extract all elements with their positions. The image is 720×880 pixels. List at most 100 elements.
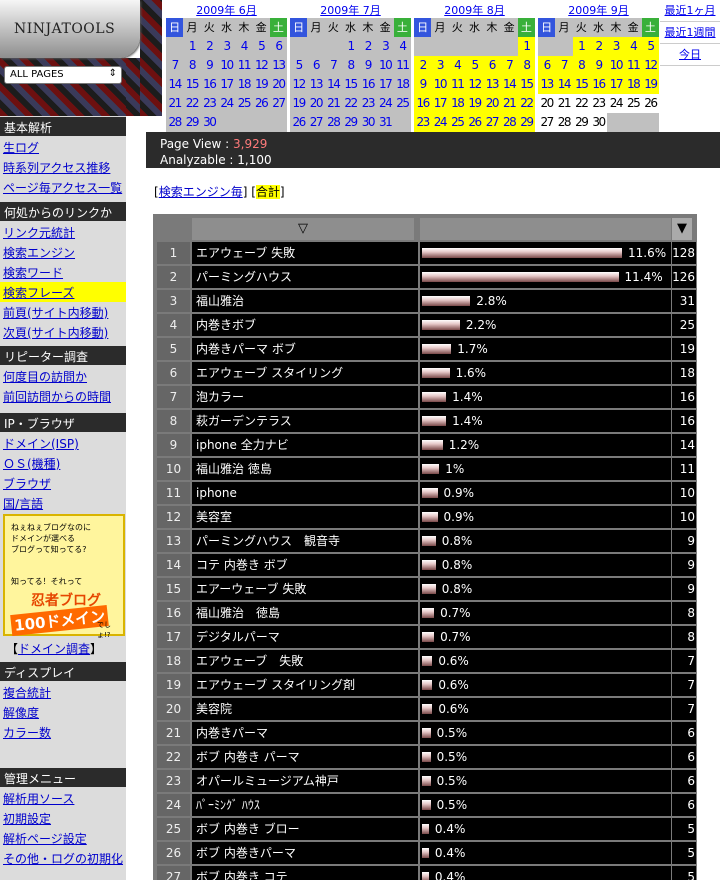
sidebar-item[interactable]: 次頁(サイト内移動) [0, 322, 126, 342]
calendar-day[interactable]: 28 [166, 113, 184, 132]
sort-count-header[interactable]: ▼ [672, 218, 692, 240]
sidebar-item[interactable]: 国/言語 [0, 493, 126, 513]
sidebar-item[interactable]: 何度目の訪問か [0, 366, 126, 386]
calendar-day[interactable]: 30 [359, 113, 377, 132]
calendar-day[interactable]: 25 [448, 113, 466, 132]
calendar-day[interactable]: 7 [166, 56, 184, 75]
page-select-dropdown[interactable]: ALL PAGES ⇕ [4, 66, 122, 84]
calendar-day[interactable]: 12 [641, 56, 660, 75]
calendar-day[interactable]: 2 [200, 37, 218, 56]
calendar-day[interactable]: 22 [573, 94, 590, 113]
calendar-day[interactable]: 10 [376, 56, 394, 75]
calendar-day[interactable]: 10 [431, 75, 449, 94]
calendar-day[interactable]: 11 [624, 56, 642, 75]
calendar-day[interactable]: 27 [483, 113, 501, 132]
calendar-day[interactable]: 3 [431, 56, 449, 75]
calendar-day[interactable]: 1 [341, 37, 360, 56]
calendar-day[interactable]: 20 [307, 94, 325, 113]
calendar-day[interactable]: 11 [393, 56, 412, 75]
calendar-day[interactable]: 5 [641, 37, 660, 56]
ninja-blog-banner[interactable]: ねぇねぇブログなのに ドメインが選べる ブログって知ってる? 知ってる！それって 忍… [3, 514, 125, 639]
sidebar-item[interactable]: リンク元統計 [0, 222, 126, 242]
calendar-day[interactable]: 19 [465, 94, 484, 113]
calendar-day[interactable]: 11 [448, 75, 466, 94]
calendar-day[interactable]: 18 [235, 75, 253, 94]
calendar-day[interactable]: 16 [359, 75, 377, 94]
calendar-day[interactable]: 24 [607, 94, 624, 113]
calendar-day[interactable]: 18 [448, 94, 466, 113]
sidebar-item[interactable]: 前頁(サイト内移動) [0, 302, 126, 322]
sidebar-item[interactable]: 複合統計 [0, 682, 126, 702]
calendar-day[interactable]: 3 [607, 37, 625, 56]
sidebar-item[interactable]: 解析用ソース [0, 788, 126, 808]
calendar-day[interactable]: 9 [359, 56, 377, 75]
calendar-day[interactable]: 29 [517, 113, 536, 132]
calendar-day[interactable]: 14 [500, 75, 518, 94]
calendar-day[interactable]: 4 [624, 37, 642, 56]
calendar-month-title[interactable]: 2009年 8月 [414, 0, 535, 18]
sidebar-item[interactable]: 生ログ [0, 137, 126, 157]
calendar-day[interactable]: 2 [414, 56, 432, 75]
calendar-day[interactable]: 8 [183, 56, 201, 75]
calendar-day[interactable]: 17 [607, 75, 625, 94]
calendar-day[interactable]: 31 [376, 113, 394, 132]
calendar-day[interactable]: 27 [269, 94, 288, 113]
sidebar-item[interactable]: 初期設定 [0, 808, 126, 828]
sidebar-item[interactable]: 検索フレーズ [0, 282, 126, 302]
calendar-day[interactable]: 20 [538, 94, 555, 113]
calendar-day[interactable]: 25 [393, 94, 412, 113]
calendar-day[interactable]: 11 [235, 56, 253, 75]
calendar-day[interactable]: 28 [555, 113, 572, 132]
calendar-day[interactable]: 13 [483, 75, 501, 94]
calendar-day[interactable]: 20 [269, 75, 288, 94]
calendar-day[interactable]: 6 [307, 56, 325, 75]
calendar-day[interactable]: 12 [252, 56, 270, 75]
calendar-day[interactable]: 19 [252, 75, 270, 94]
calendar-day[interactable]: 4 [448, 56, 466, 75]
calendar-day[interactable]: 19 [290, 94, 308, 113]
calendar-day[interactable]: 14 [324, 75, 342, 94]
calendar-day[interactable]: 8 [341, 56, 360, 75]
sidebar-item[interactable]: その他・ログの初期化 [0, 848, 126, 868]
calendar-day[interactable]: 27 [307, 113, 325, 132]
calendar-day[interactable]: 23 [200, 94, 218, 113]
sidebar-item[interactable]: 前回訪問からの時間 [0, 386, 126, 406]
calendar-day[interactable]: 9 [414, 75, 432, 94]
calendar-day[interactable]: 18 [393, 75, 412, 94]
sidebar-item[interactable]: 検索ワード [0, 262, 126, 282]
sidebar-item[interactable]: カラー数 [0, 722, 126, 742]
calendar-day[interactable]: 24 [431, 113, 449, 132]
calendar-day[interactable]: 14 [166, 75, 184, 94]
calendar-day[interactable]: 1 [517, 37, 536, 56]
calendar-day[interactable]: 26 [642, 94, 659, 113]
calendar-day[interactable]: 1 [183, 37, 201, 56]
calendar-day[interactable]: 15 [183, 75, 201, 94]
calendar-day[interactable]: 5 [465, 56, 484, 75]
calendar-day[interactable]: 10 [607, 56, 625, 75]
calendar-month-title[interactable]: 2009年 9月 [538, 0, 659, 18]
calendar-day[interactable]: 6 [483, 56, 501, 75]
tab-by-engine[interactable]: 検索エンジン毎 [159, 185, 243, 199]
calendar-day[interactable]: 21 [555, 94, 572, 113]
calendar-day[interactable]: 22 [517, 94, 536, 113]
calendar-day[interactable]: 24 [376, 94, 394, 113]
calendar-day[interactable]: 22 [183, 94, 201, 113]
calendar-day[interactable]: 6 [269, 37, 288, 56]
calendar-day[interactable]: 25 [235, 94, 253, 113]
calendar-day[interactable]: 5 [252, 37, 270, 56]
calendar-day[interactable]: 22 [341, 94, 360, 113]
calendar-day[interactable]: 20 [483, 94, 501, 113]
calendar-day[interactable]: 15 [517, 75, 536, 94]
calendar-day[interactable]: 3 [217, 37, 236, 56]
range-last-week-link[interactable]: 最近1週間 [660, 22, 720, 44]
calendar-day[interactable]: 28 [324, 113, 342, 132]
calendar-day[interactable]: 29 [573, 113, 590, 132]
calendar-day[interactable]: 25 [624, 94, 641, 113]
calendar-day[interactable]: 16 [589, 75, 608, 94]
calendar-day[interactable]: 29 [341, 113, 360, 132]
calendar-day[interactable]: 6 [538, 56, 556, 75]
calendar-day[interactable]: 5 [290, 56, 308, 75]
sidebar-item[interactable]: ブラウザ [0, 473, 126, 493]
calendar-day[interactable]: 29 [183, 113, 201, 132]
calendar-day[interactable]: 15 [341, 75, 360, 94]
